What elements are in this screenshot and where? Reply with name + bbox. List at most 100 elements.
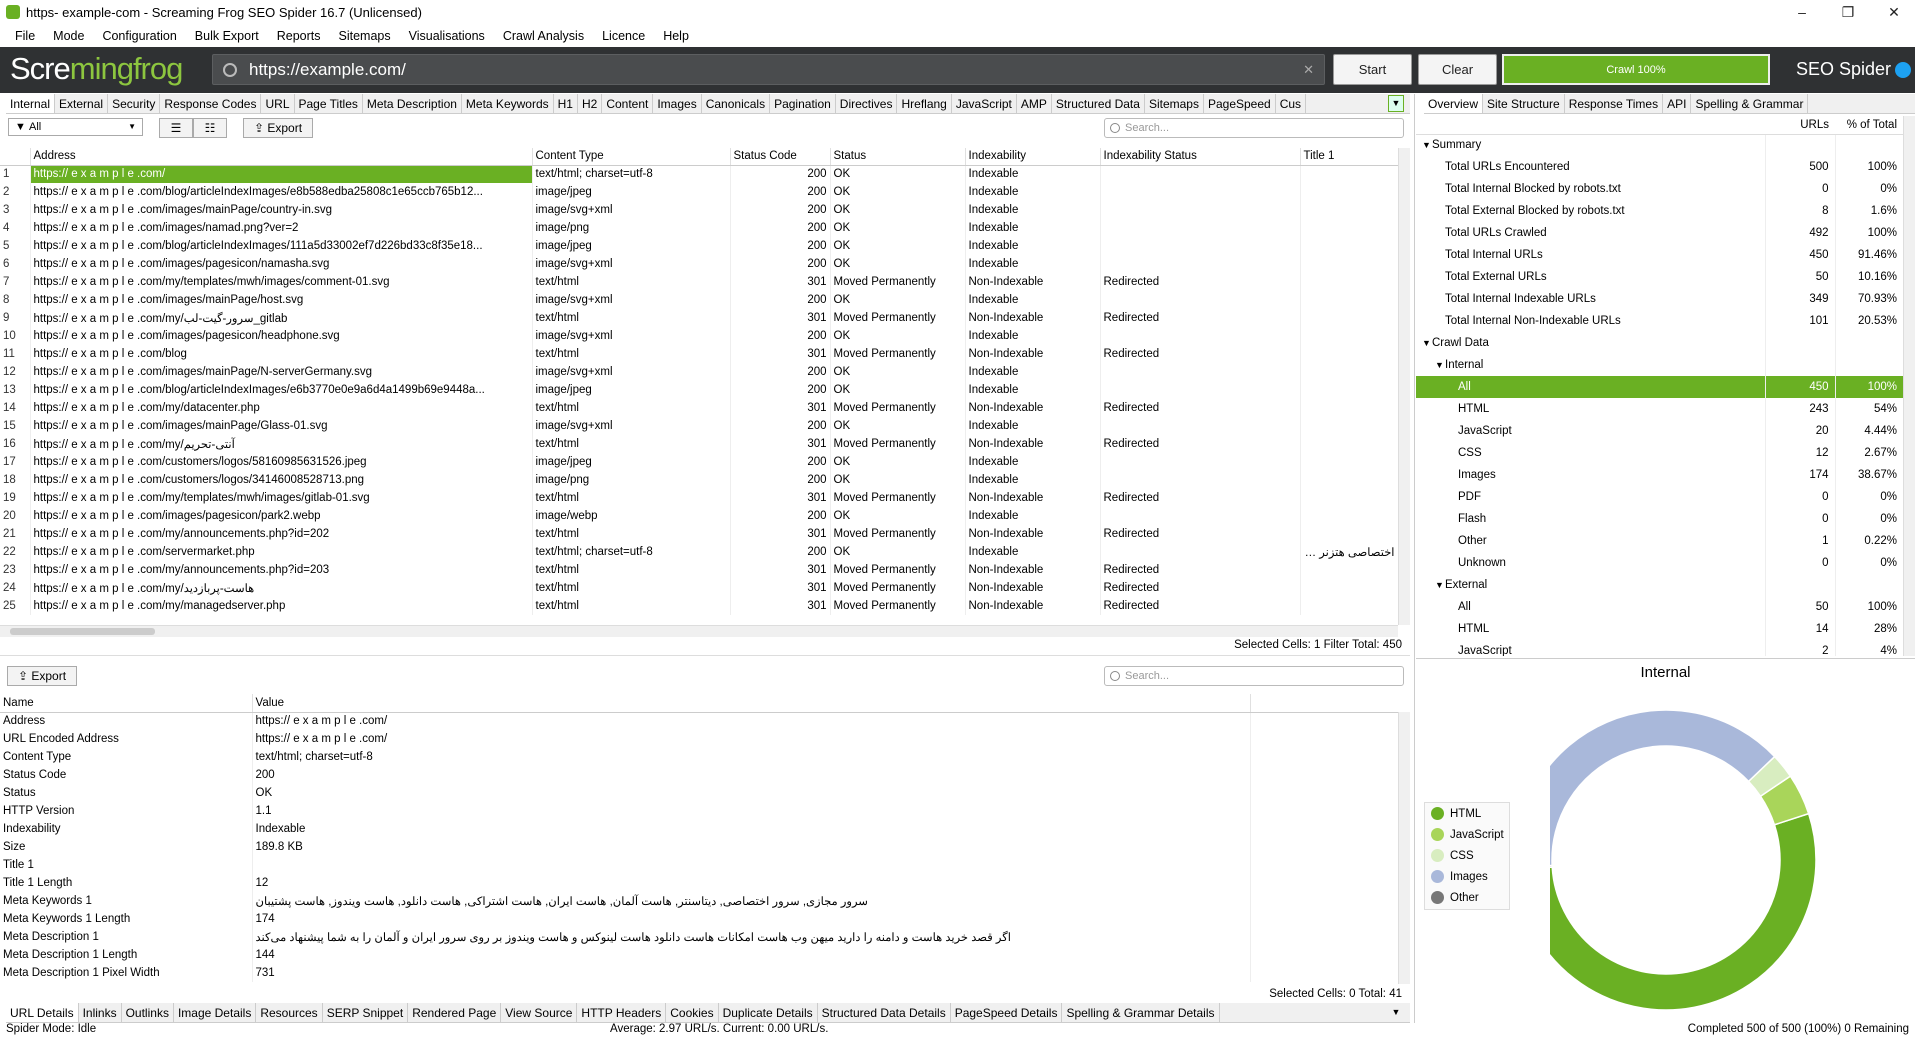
table-row[interactable]: 23 https:// e x a m p l e .com/my/announc…	[0, 561, 1398, 579]
table-row[interactable]: 11 https:// e x a m p l e .com/blog text/h…	[0, 345, 1398, 363]
detail-tab-pagespeed-details[interactable]: PageSpeed Details	[951, 1003, 1063, 1022]
overview-row[interactable]: Flash 0 0%	[1416, 508, 1903, 530]
col-indexability-status[interactable]: Indexability Status	[1100, 148, 1301, 166]
detail-row[interactable]: Title 1 Length 12	[0, 874, 1398, 892]
url-input[interactable]	[249, 59, 1304, 80]
table-row[interactable]: 25 https:// e x a m p l e .com/my/managed…	[0, 597, 1398, 615]
detail-tab-resources[interactable]: Resources	[256, 1003, 323, 1022]
tab-pagespeed[interactable]: PageSpeed	[1204, 94, 1276, 113]
tab-hreflang[interactable]: Hreflang	[897, 94, 952, 113]
overview-row[interactable]: Total URLs Encountered 500 100%	[1416, 156, 1903, 178]
detail-row[interactable]: Meta Keywords 1 سرور مجازی, سرور اختصاصی,…	[0, 892, 1398, 910]
overview-row[interactable]: Other 1 0.22%	[1416, 530, 1903, 552]
detail-col-name[interactable]: Name	[0, 694, 253, 713]
tab-page-titles[interactable]: Page Titles	[295, 94, 363, 113]
overview-row[interactable]: CSS 12 2.67%	[1416, 442, 1903, 464]
detail-row[interactable]: Size 189.8 KB	[0, 838, 1398, 856]
tabs-overflow-icon[interactable]: ▼	[1388, 95, 1404, 112]
close-icon[interactable]: ✕	[1871, 0, 1915, 24]
overview-row[interactable]: HTML 243 54%	[1416, 398, 1903, 420]
tab-meta-keywords[interactable]: Meta Keywords	[462, 94, 554, 113]
detail-row[interactable]: Meta Description 1 Pixel Width 731	[0, 964, 1398, 982]
overview-row[interactable]: Total Internal Indexable URLs 349 70.93%	[1416, 288, 1903, 310]
tab-amp[interactable]: AMP	[1017, 94, 1052, 113]
detail-row[interactable]: URL Encoded Address https:// e x a m p l …	[0, 730, 1398, 748]
table-row[interactable]: 19 https:// e x a m p l e .com/my/templat…	[0, 489, 1398, 507]
right-tab-overview[interactable]: Overview	[1424, 94, 1484, 113]
tab-pagination[interactable]: Pagination	[770, 94, 836, 113]
expand-toggle-icon[interactable]: ▼	[1435, 360, 1445, 370]
table-row[interactable]: 13 https:// e x a m p l e .com/blog/artic…	[0, 381, 1398, 399]
tab-security[interactable]: Security	[108, 94, 161, 113]
tab-cus[interactable]: Cus	[1276, 94, 1307, 113]
overview-row[interactable]: Total Internal Blocked by robots.txt 0 0%	[1416, 178, 1903, 200]
minimize-icon[interactable]: –	[1779, 0, 1825, 24]
tab-external[interactable]: External	[55, 94, 109, 113]
detail-row[interactable]: Status OK	[0, 784, 1398, 802]
menu-visualisations[interactable]: Visualisations	[400, 29, 494, 43]
table-row[interactable]: 18 https:// e x a m p l e .com/customers/…	[0, 471, 1398, 489]
menu-sitemaps[interactable]: Sitemaps	[330, 29, 400, 43]
overview-row[interactable]: All 50 100%	[1416, 596, 1903, 618]
tab-content[interactable]: Content	[602, 94, 654, 113]
detail-row[interactable]: Meta Description 1 اگر قصد خرید هاست و دا…	[0, 928, 1398, 946]
table-row[interactable]: 4 https:// e x a m p l e .com/images/nama…	[0, 219, 1398, 237]
detail-row[interactable]: Status Code 200	[0, 766, 1398, 784]
col-content-type[interactable]: Content Type	[532, 148, 731, 166]
expand-toggle-icon[interactable]: ▼	[1435, 580, 1445, 590]
menu-licence[interactable]: Licence	[593, 29, 654, 43]
table-row[interactable]: 7 https:// e x a m p l e .com/my/template…	[0, 273, 1398, 291]
expand-toggle-icon[interactable]: ▼	[1422, 140, 1432, 150]
detail-search-input[interactable]: Search...	[1104, 666, 1404, 686]
menu-bulk-export[interactable]: Bulk Export	[186, 29, 268, 43]
detail-row[interactable]: Address https:// e x a m p l e .com/	[0, 712, 1398, 730]
table-row[interactable]: 17 https:// e x a m p l e .com/customers/…	[0, 453, 1398, 471]
search-input[interactable]: Search...	[1104, 118, 1404, 138]
clear-button[interactable]: Clear	[1418, 54, 1497, 85]
table-row[interactable]: 8 https:// e x a m p l e .com/images/main…	[0, 291, 1398, 309]
table-row[interactable]: 24 https:// e x a m p l e .com/my/هاست-پر…	[0, 579, 1398, 597]
detail-tab-duplicate-details[interactable]: Duplicate Details	[719, 1003, 818, 1022]
tab-meta-description[interactable]: Meta Description	[363, 94, 462, 113]
detail-tab-view-source[interactable]: View Source	[501, 1003, 578, 1022]
bottom-tabs-overflow-icon[interactable]: ▼	[1388, 1004, 1404, 1021]
overview-row[interactable]: Total URLs Crawled 492 100%	[1416, 222, 1903, 244]
detail-row[interactable]: Indexability Indexable	[0, 820, 1398, 838]
overview-row[interactable]: Total External Blocked by robots.txt 8 1.6…	[1416, 200, 1903, 222]
overview-row[interactable]: JavaScript 20 4.44%	[1416, 420, 1903, 442]
right-tab-api[interactable]: API	[1663, 94, 1692, 113]
table-row[interactable]: 9 https:// e x a m p l e .com/my/سرور-گیت…	[0, 309, 1398, 327]
overview-row[interactable]: Unknown 0 0%	[1416, 552, 1903, 574]
tab-h2[interactable]: H2	[578, 94, 603, 113]
table-row[interactable]: 3 https:// e x a m p l e .com/images/main…	[0, 201, 1398, 219]
detail-tab-image-details[interactable]: Image Details	[174, 1003, 257, 1022]
detail-tab-spelling-grammar-details[interactable]: Spelling & Grammar Details	[1062, 1003, 1220, 1022]
main-vertical-scrollbar[interactable]	[1398, 148, 1410, 625]
filter-dropdown[interactable]: All ▼ ▼	[8, 118, 143, 136]
menu-help[interactable]: Help	[654, 29, 698, 43]
overview-row[interactable]: PDF 0 0%	[1416, 486, 1903, 508]
table-row[interactable]: 1 https:// e x a m p l e .com/text/html; …	[0, 165, 1398, 183]
overview-row[interactable]: All 450 100%	[1416, 376, 1903, 398]
col-address[interactable]: Address	[30, 148, 533, 166]
overview-row[interactable]: JavaScript 2 4%	[1416, 640, 1903, 656]
overview-row[interactable]: ▼Summary	[1416, 134, 1903, 156]
table-row[interactable]: 2 https:// e x a m p l e .com/blog/articl…	[0, 183, 1398, 201]
detail-tab-structured-data-details[interactable]: Structured Data Details	[818, 1003, 951, 1022]
menu-configuration[interactable]: Configuration	[93, 29, 185, 43]
detail-export-button[interactable]: ⇪ Export	[7, 666, 77, 686]
table-row[interactable]: 12 https:// e x a m p l e .com/images/mai…	[0, 363, 1398, 381]
table-row[interactable]: 14 https:// e x a m p l e .com/my/datacen…	[0, 399, 1398, 417]
table-row[interactable]: 15 https:// e x a m p l e .com/images/mai…	[0, 417, 1398, 435]
detail-tab-serp-snippet[interactable]: SERP Snippet	[323, 1003, 409, 1022]
tab-response-codes[interactable]: Response Codes	[160, 94, 262, 113]
detail-row[interactable]: Title 1	[0, 856, 1398, 874]
table-row[interactable]: 6 https:// e x a m p l e .com/images/page…	[0, 255, 1398, 273]
right-tab-response-times[interactable]: Response Times	[1565, 94, 1664, 113]
table-row[interactable]: 21 https:// e x a m p l e .com/my/announc…	[0, 525, 1398, 543]
right-tab-site-structure[interactable]: Site Structure	[1483, 94, 1565, 113]
tab-sitemaps[interactable]: Sitemaps	[1145, 94, 1204, 113]
donut-slice-images[interactable]	[1550, 709, 1776, 867]
tab-directives[interactable]: Directives	[836, 94, 898, 113]
detail-row[interactable]: Content Type text/html; charset=utf-8	[0, 748, 1398, 766]
